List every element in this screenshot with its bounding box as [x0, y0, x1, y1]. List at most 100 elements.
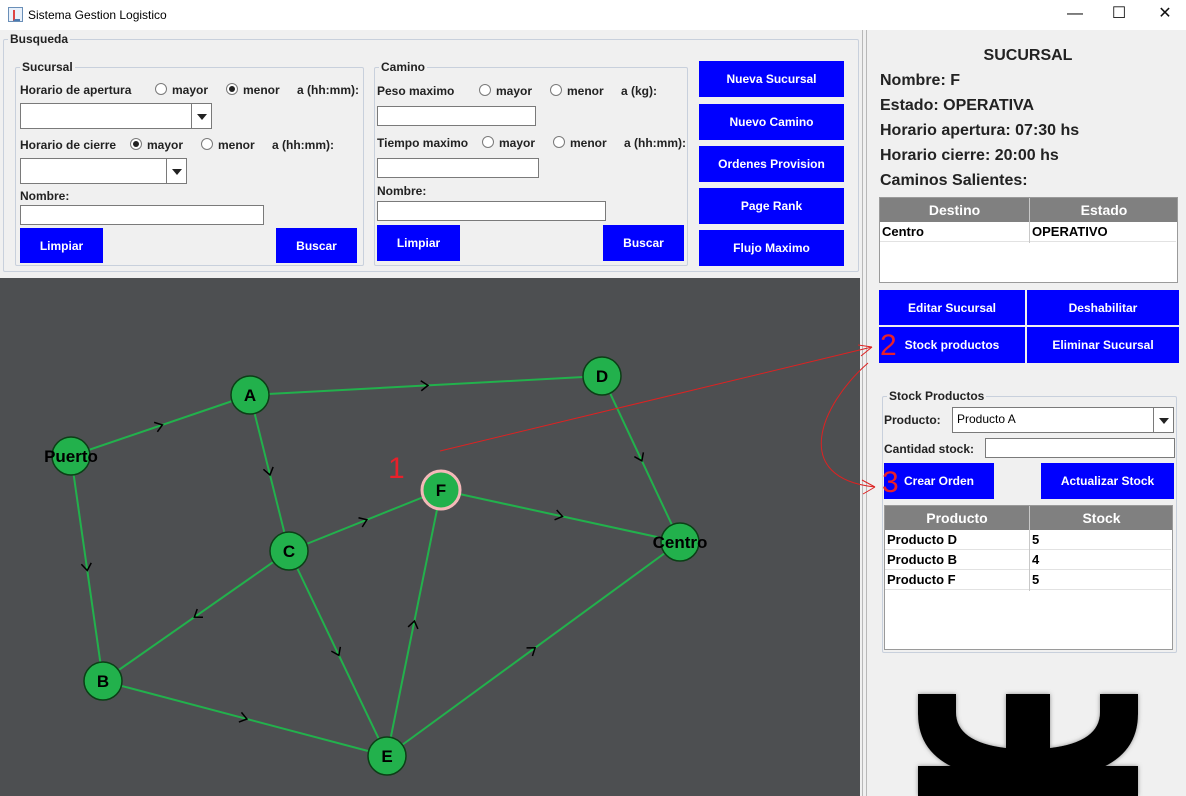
column-divider — [1029, 198, 1030, 243]
apertura-label: Horario de apertura — [20, 83, 132, 97]
stock-table: Producto Stock Producto D 5 Producto B 4… — [884, 505, 1173, 650]
graph-edge — [440, 489, 681, 543]
producto-combo[interactable]: Producto A — [952, 407, 1174, 433]
tiempo-label: Tiempo maximo — [377, 136, 469, 150]
sucursal-nombre-label: Nombre: — [20, 189, 70, 203]
graph-node-label: F — [436, 481, 446, 500]
peso-input[interactable] — [377, 106, 536, 126]
graph-node-label: A — [244, 386, 256, 405]
graph-edge — [386, 541, 681, 757]
cierre-menor-label: menor — [218, 138, 255, 152]
sucursal-limpiar-button[interactable]: Limpiar — [20, 228, 103, 263]
sucursal-estado: Estado: OPERATIVA — [880, 97, 1035, 114]
tiempo-mayor-radio[interactable] — [482, 136, 494, 148]
table-cell[interactable]: 5 — [1030, 530, 1171, 550]
cierre-label: Horario de cierre — [20, 138, 117, 152]
annotation-number-3: 3 — [882, 466, 899, 499]
window-title: Sistema Gestion Logistico — [28, 8, 167, 22]
maximize-button[interactable]: ☐ — [1096, 0, 1142, 30]
graph-node-label: B — [97, 672, 109, 691]
eliminar-sucursal-button[interactable]: Eliminar Sucursal — [1027, 327, 1179, 363]
table-cell[interactable]: Producto B — [885, 550, 1029, 570]
title-bar: Sistema Gestion Logistico — ☐ ✕ — [0, 0, 1186, 30]
table-cell[interactable]: OPERATIVO — [1030, 222, 1176, 242]
sucursal-buscar-button[interactable]: Buscar — [276, 228, 357, 263]
column-divider — [1029, 506, 1030, 591]
deshabilitar-button[interactable]: Deshabilitar — [1027, 290, 1179, 325]
chevron-down-icon[interactable] — [166, 159, 186, 183]
producto-label: Producto: — [884, 413, 941, 427]
graph-edge — [288, 550, 388, 757]
table-cell[interactable]: Producto D — [885, 530, 1029, 550]
cierre-mayor-label: mayor — [147, 138, 184, 152]
peso-menor-radio[interactable] — [550, 84, 562, 96]
annotation-number-2: 2 — [880, 329, 897, 362]
camino-nombre-input[interactable] — [377, 201, 606, 221]
apertura-menor-label: menor — [243, 83, 280, 97]
table-cell[interactable]: Centro — [880, 222, 1029, 242]
actualizar-stock-button[interactable]: Actualizar Stock — [1041, 463, 1174, 499]
crear-orden-button[interactable]: Crear Orden — [884, 463, 994, 499]
tiempo-menor-label: menor — [570, 136, 607, 150]
camino-buscar-button[interactable]: Buscar — [603, 225, 684, 261]
chevron-down-icon[interactable] — [1153, 408, 1173, 432]
cierre-mayor-radio[interactable] — [130, 138, 142, 150]
editar-sucursal-button[interactable]: Editar Sucursal — [879, 290, 1025, 325]
tiempo-input[interactable] — [377, 158, 539, 178]
peso-menor-label: menor — [567, 84, 604, 98]
graph-canvas[interactable]: Puerto A D F C Centro B E — [0, 278, 860, 796]
sucursal-cierre: Horario cierre: 20:00 hs — [880, 147, 1059, 164]
cierre-time-combo[interactable] — [20, 158, 187, 184]
graph-edge — [288, 489, 442, 552]
producto-combo-value: Producto A — [957, 412, 1016, 426]
peso-label: Peso maximo — [377, 84, 455, 98]
graph-edge — [249, 394, 290, 552]
apertura-mayor-label: mayor — [172, 83, 209, 97]
apertura-menor-radio[interactable] — [226, 83, 238, 95]
graph-node-label: Centro — [653, 533, 708, 552]
graph-node-label: C — [283, 542, 295, 561]
nueva-sucursal-button[interactable]: Nueva Sucursal — [699, 61, 844, 97]
cierre-unit-label: a (hh:mm): — [272, 138, 334, 152]
cantidad-stock-input[interactable] — [985, 438, 1175, 458]
nuevo-camino-button[interactable]: Nuevo Camino — [699, 104, 844, 140]
page-rank-button[interactable]: Page Rank — [699, 188, 844, 224]
splitter[interactable] — [862, 30, 863, 796]
caminos-table: Destino Estado Centro OPERATIVO — [879, 197, 1178, 283]
cierre-menor-radio[interactable] — [201, 138, 213, 150]
stock-productos-legend: Stock Productos — [889, 389, 985, 403]
chevron-down-icon[interactable] — [191, 104, 211, 128]
caminos-col-destino: Destino — [928, 202, 981, 218]
table-cell[interactable]: 5 — [1030, 570, 1171, 590]
sucursal-nombre-input[interactable] — [20, 205, 264, 225]
graph-node-label: E — [381, 747, 392, 766]
stock-col-stock: Stock — [1082, 510, 1121, 526]
ordenes-provision-button[interactable]: Ordenes Provision — [699, 146, 844, 182]
stock-productos-button[interactable]: Stock productos — [879, 327, 1025, 363]
caminos-col-estado: Estado — [1080, 202, 1128, 218]
peso-mayor-radio[interactable] — [479, 84, 491, 96]
camino-limpiar-button[interactable]: Limpiar — [377, 225, 460, 261]
tiempo-mayor-label: mayor — [499, 136, 536, 150]
close-button[interactable]: ✕ — [1142, 0, 1186, 30]
annotation-number-1: 1 — [388, 452, 405, 485]
utn-logo — [918, 694, 1138, 796]
graph-edge — [70, 455, 104, 682]
flujo-maximo-button[interactable]: Flujo Maximo — [699, 230, 844, 266]
cantidad-stock-label: Cantidad stock: — [884, 442, 975, 456]
graph-edge — [102, 550, 290, 682]
graph-edge — [102, 680, 388, 757]
apertura-mayor-radio[interactable] — [155, 83, 167, 95]
table-cell[interactable]: 4 — [1030, 550, 1171, 570]
minimize-button[interactable]: — — [1052, 0, 1098, 30]
camino-nombre-label: Nombre: — [377, 184, 427, 198]
graph-svg: Puerto A D F C Centro B E — [44, 356, 708, 776]
sucursal-nombre: Nombre: F — [880, 72, 960, 89]
annotation-arrowhead-1 — [857, 344, 873, 357]
table-cell[interactable]: Producto F — [885, 570, 1029, 590]
caminos-salientes-label: Caminos Salientes: — [880, 172, 1028, 189]
stock-col-producto: Producto — [926, 510, 988, 526]
apertura-time-combo[interactable] — [20, 103, 212, 129]
sucursal-apertura: Horario apertura: 07:30 hs — [880, 122, 1080, 139]
tiempo-menor-radio[interactable] — [553, 136, 565, 148]
